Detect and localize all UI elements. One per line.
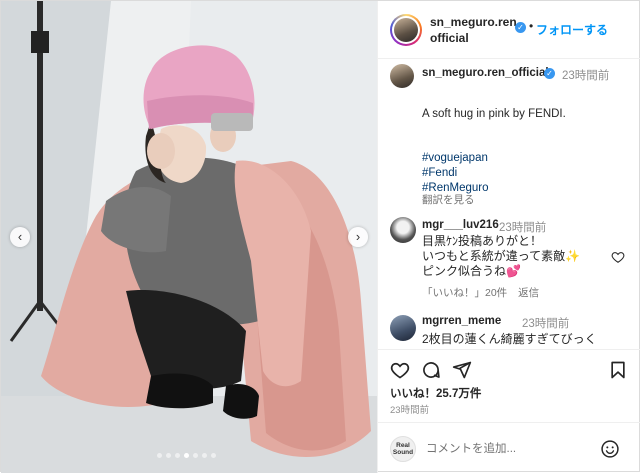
caption-username[interactable]: sn_meguro.ren_official bbox=[422, 67, 549, 79]
carousel-dot bbox=[193, 453, 198, 458]
post-header: sn_meguro.ren_ official ✓ • フォローする bbox=[378, 1, 640, 59]
share-icon[interactable] bbox=[452, 360, 472, 380]
caption-verified-badge-icon: ✓ bbox=[544, 68, 555, 79]
carousel-dot bbox=[202, 453, 207, 458]
hashtag-link[interactable]: #Fendi bbox=[422, 166, 488, 181]
comment-icon[interactable] bbox=[421, 360, 441, 380]
author-username-line2: official bbox=[430, 31, 469, 45]
likes-count[interactable]: いいね！25.7万件 bbox=[390, 385, 481, 401]
comment-text: 目黒ｹﾝ投稿ありがと！ いつもと系統が違って素敵✨ ピンク似合うね💕 bbox=[422, 234, 612, 279]
post-timestamp[interactable]: 23時間前 bbox=[390, 402, 429, 416]
next-slide-button[interactable]: › bbox=[348, 227, 368, 247]
current-user-avatar: Real Sound bbox=[390, 436, 416, 462]
comment-composer: Real Sound bbox=[378, 422, 640, 474]
comment-likes-count[interactable]: 「いいね！」20件 bbox=[422, 287, 507, 299]
comments-list[interactable]: sn_meguro.ren_official ✓ 23時間前 A soft hu… bbox=[378, 59, 640, 349]
author-avatar[interactable] bbox=[390, 14, 422, 46]
avatar-label: Sound bbox=[392, 449, 414, 456]
commenter-avatar[interactable] bbox=[390, 315, 416, 341]
post-photo bbox=[1, 1, 377, 473]
post-actions: いいね！25.7万件 23時間前 Real Sound bbox=[378, 349, 640, 473]
verified-badge-icon: ✓ bbox=[515, 22, 526, 33]
caption-timestamp[interactable]: 23時間前 bbox=[562, 67, 609, 83]
carousel-dot bbox=[157, 453, 162, 458]
comment-timestamp[interactable]: 23時間前 bbox=[522, 315, 569, 331]
comment-line: ピンク似合うね💕 bbox=[422, 264, 521, 278]
heart-icon[interactable] bbox=[390, 360, 410, 380]
see-translation-link[interactable]: 翻訳を見る bbox=[422, 192, 475, 207]
comment-text: 2枚目の蓮くん綺麗すぎてびっく bbox=[422, 332, 597, 346]
post-details-pane: sn_meguro.ren_ official ✓ • フォローする sn_me… bbox=[377, 1, 640, 473]
bookmark-icon[interactable] bbox=[608, 360, 628, 380]
carousel-indicator bbox=[157, 453, 216, 458]
hashtag-link[interactable]: #voguejapan bbox=[422, 151, 488, 166]
post-dialog: ‹ › sn_meguro.ren_ official ✓ • フォローする s… bbox=[0, 0, 640, 473]
comment-line: 目黒ｹﾝ投稿ありがと！ bbox=[422, 234, 543, 248]
comment-username[interactable]: mgrren_meme bbox=[422, 315, 501, 327]
comment-meta: 「いいね！」20件 返信 bbox=[422, 285, 547, 300]
emoji-icon[interactable] bbox=[600, 439, 620, 459]
caption-text: A soft hug in pink by FENDI. bbox=[422, 108, 566, 120]
carousel-dot bbox=[175, 453, 180, 458]
carousel-dot bbox=[184, 453, 189, 458]
comment-username[interactable]: mgr___luv216 bbox=[422, 219, 499, 231]
caption-hashtags: #voguejapan #Fendi #RenMeguro bbox=[422, 151, 488, 196]
carousel-dot bbox=[211, 453, 216, 458]
author-username-line1: sn_meguro.ren_ bbox=[430, 15, 524, 29]
reply-button[interactable]: 返信 bbox=[518, 287, 539, 299]
comment-timestamp[interactable]: 23時間前 bbox=[499, 219, 546, 235]
comment-input[interactable] bbox=[426, 439, 596, 459]
follow-button[interactable]: フォローする bbox=[536, 21, 608, 38]
comment-like-heart-icon[interactable] bbox=[611, 250, 625, 264]
commenter-avatar[interactable] bbox=[390, 217, 416, 243]
carousel-dot bbox=[166, 453, 171, 458]
previous-slide-button[interactable]: ‹ bbox=[10, 227, 30, 247]
post-media[interactable]: ‹ › bbox=[1, 1, 377, 473]
comment-line: いつもと系統が違って素敵✨ bbox=[422, 249, 581, 263]
separator-dot: • bbox=[529, 19, 534, 33]
avatar-label: Real bbox=[396, 442, 410, 449]
caption-author-avatar[interactable] bbox=[390, 64, 414, 88]
